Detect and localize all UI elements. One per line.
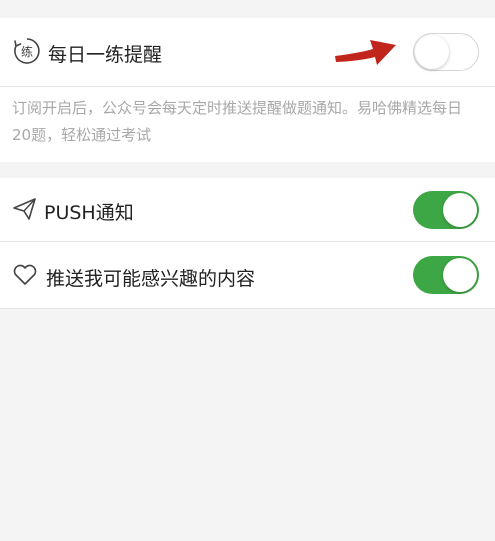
daily-practice-label: 每日一练提醒	[48, 44, 163, 66]
interest-push-label: 推送我可能感兴趣的内容	[46, 268, 256, 290]
push-notification-row: PUSH通知	[0, 178, 495, 241]
daily-practice-toggle[interactable]	[413, 33, 479, 71]
daily-practice-row: 练 每日一练提醒	[0, 18, 495, 86]
push-notification-toggle[interactable]	[413, 191, 479, 229]
description-block: 订阅开启后，公众号会每天定时推送提醒做题通知。易哈佛精选每日20题，轻松通过考试	[0, 87, 495, 162]
toggle-knob	[415, 35, 449, 69]
interest-push-toggle[interactable]	[413, 256, 479, 294]
toggle-knob	[443, 193, 477, 227]
top-strip	[0, 0, 495, 16]
interest-push-row: 推送我可能感兴趣的内容	[0, 242, 495, 308]
empty-area	[0, 309, 495, 541]
red-arrow-annotation	[335, 40, 396, 65]
svg-text:练: 练	[21, 44, 33, 59]
push-notification-label: PUSH通知	[44, 202, 134, 224]
practice-icon: 练	[12, 36, 42, 70]
send-icon	[12, 197, 38, 225]
toggle-knob	[443, 258, 477, 292]
heart-icon	[12, 263, 38, 291]
daily-practice-description: 订阅开启后，公众号会每天定时推送提醒做题通知。易哈佛精选每日20题，轻松通过考试	[12, 99, 463, 144]
section-gap	[0, 162, 495, 178]
